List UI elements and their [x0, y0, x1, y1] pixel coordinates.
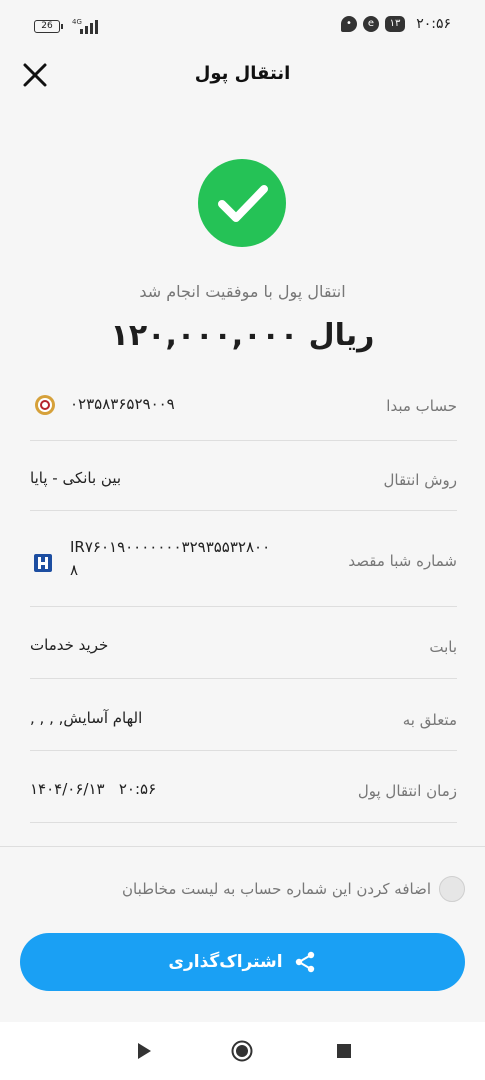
status-time: ۲۰:۵۶ — [416, 16, 451, 32]
share-button-label: اشتراک‌گذاری — [168, 952, 283, 972]
detail-row-owner: متعلق به الهام آسایش, , , , — [30, 679, 457, 751]
detail-row-source-account: حساب مبدا ۰۲۳۵۸۳۶۵۲۹۰۰۹ — [30, 368, 457, 441]
detail-label: روش انتقال — [383, 471, 458, 489]
owner-name-value: الهام آسایش, , , , — [30, 709, 143, 727]
app-icon: e — [363, 16, 379, 32]
detail-label: زمان انتقال پول — [357, 782, 457, 800]
system-nav-bar — [0, 1022, 485, 1080]
success-icon — [198, 159, 286, 247]
battery-level: 26 — [41, 21, 53, 31]
destination-iban: IR۷۶۰۱۹۰۰۰۰۰۰۰۳۲۹۳۵۵۳۲۸۰۰ ۸ — [70, 536, 270, 582]
detail-row-transfer-time: زمان انتقال پول ۱۴۰۴/۰۶/۱۳ ۲۰:۵۶ — [30, 751, 457, 823]
share-button[interactable]: اشتراک‌گذاری — [20, 933, 465, 991]
success-message: انتقال پول با موفقیت انجام شد — [139, 282, 346, 301]
detail-row-reason: بابت خرید خدمات — [30, 607, 457, 679]
add-contact-checkbox[interactable] — [439, 876, 465, 902]
share-icon — [295, 951, 314, 973]
reason-value: خرید خدمات — [30, 636, 109, 654]
header: انتقال پول — [0, 52, 485, 100]
source-account-number: ۰۲۳۵۸۳۶۵۲۹۰۰۹ — [70, 395, 175, 413]
destination-iban-line2: ۸ — [70, 561, 79, 579]
back-triangle-icon — [138, 1043, 151, 1059]
bank-saderat-icon — [32, 552, 54, 574]
status-bar: 26 4G • e ۱۳ ۲۰:۵۶ — [0, 0, 485, 52]
add-contact-label: اضافه کردن این شماره حساب به لیست مخاطبا… — [122, 880, 431, 898]
divider — [0, 846, 485, 847]
detail-label: بابت — [429, 638, 457, 656]
detail-row-transfer-method: روش انتقال بین بانکی - پایا — [30, 441, 457, 511]
back-button[interactable] — [133, 1040, 155, 1062]
notification-badge: ۱۳ — [385, 16, 405, 32]
home-circle-icon — [231, 1040, 253, 1062]
detail-label: شماره شبا مقصد — [348, 552, 457, 570]
recents-button[interactable] — [333, 1040, 355, 1062]
transfer-time-value: ۱۴۰۴/۰۶/۱۳ ۲۰:۵۶ — [30, 780, 157, 798]
detail-label: متعلق به — [402, 711, 457, 729]
chat-icon: • — [341, 16, 357, 32]
bank-melli-icon — [34, 394, 56, 416]
add-contact-option[interactable]: اضافه کردن این شماره حساب به لیست مخاطبا… — [122, 873, 465, 905]
checkmark-icon — [218, 185, 268, 222]
transfer-details: حساب مبدا ۰۲۳۵۸۳۶۵۲۹۰۰۹ روش انتقال بین ب… — [30, 368, 457, 823]
transfer-method-value: بین بانکی - پایا — [30, 469, 122, 487]
detail-label: حساب مبدا — [386, 397, 457, 415]
battery-icon: 26 — [34, 20, 63, 33]
transfer-amount: ۱۲۰,۰۰۰,۰۰۰ ریال — [110, 318, 375, 353]
home-button[interactable] — [231, 1040, 253, 1062]
destination-iban-line1: IR۷۶۰۱۹۰۰۰۰۰۰۰۳۲۹۳۵۵۳۲۸۰۰ — [70, 538, 271, 556]
notification-icons: • e ۱۳ — [341, 16, 405, 34]
detail-row-destination-iban: شماره شبا مقصد IR۷۶۰۱۹۰۰۰۰۰۰۰۳۲۹۳۵۵۳۲۸۰۰… — [30, 511, 457, 607]
recents-square-icon — [337, 1044, 351, 1058]
page-title: انتقال پول — [194, 63, 291, 84]
signal-icon: 4G — [72, 18, 100, 34]
